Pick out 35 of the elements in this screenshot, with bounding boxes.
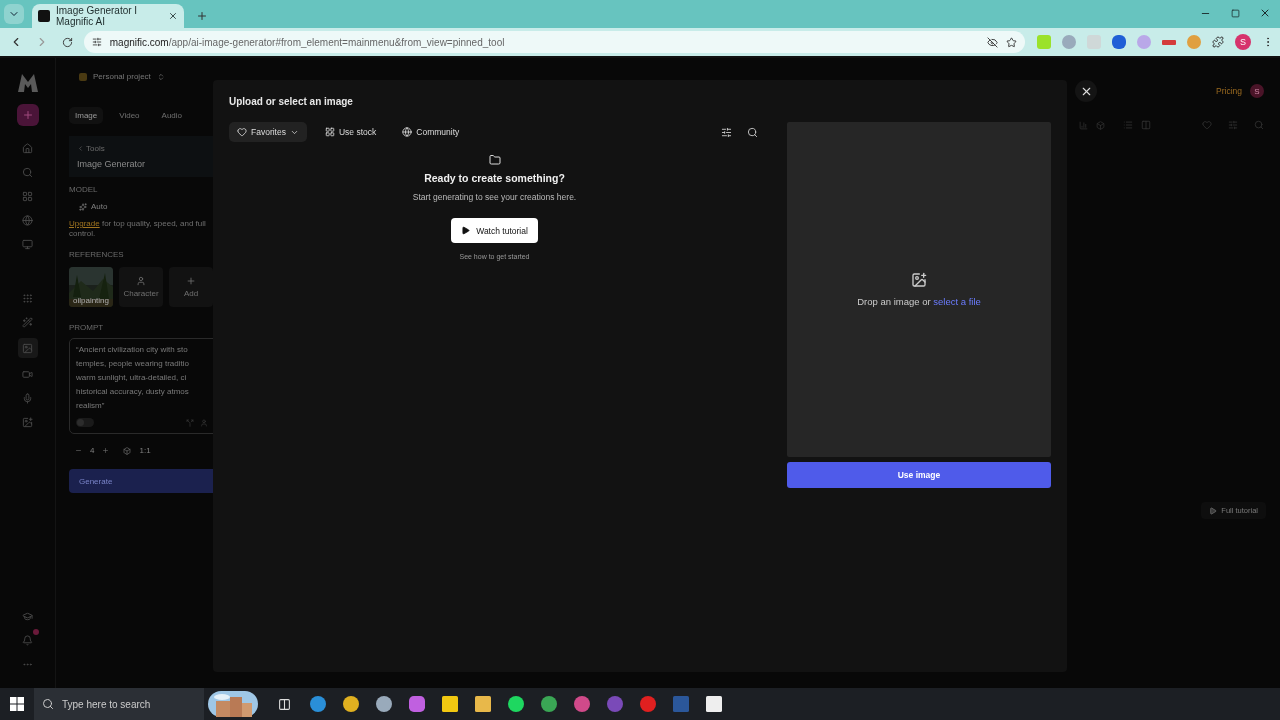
section-label: REFERENCES [69,250,125,260]
filter-button[interactable]: Community [394,122,468,142]
filter-button[interactable]: Favorites [229,122,307,142]
watch-tutorial-button[interactable]: Watch tutorial [451,218,538,243]
profile-avatar[interactable]: S [1235,34,1251,50]
section-label: MODEL [69,185,99,194]
taskbar-search[interactable]: Type here to search [34,688,204,720]
model-selector[interactable]: Auto [79,202,213,211]
mode-tab[interactable]: Video [113,107,146,124]
reference-label: oilpainting [72,296,110,306]
mode-tab[interactable]: Image [69,107,104,124]
generate-button[interactable]: Generate [69,469,213,494]
filter-button[interactable]: Use stock [316,122,385,142]
tool-title: Image Generator [77,159,147,169]
empty-text: Start generating to see your creations here. [412,192,577,202]
add-reference-button[interactable]: Add [169,267,213,308]
aspect-ratio[interactable]: 1:1 [139,446,151,456]
user-avatar[interactable]: S [1250,84,1264,98]
use-image-button[interactable]: Use image [787,462,1051,488]
upgrade-link[interactable]: Upgrade [69,219,100,228]
section-label: PROMPT [69,323,105,333]
count-value: 4 [90,446,95,456]
mode-tab[interactable]: Audio [155,107,189,124]
empty-heading: Ready to create something? [424,172,565,184]
pricing-link[interactable]: Pricing [1216,86,1242,96]
address-bar[interactable]: magnific.com/app/ai-image-generator#from_element=mainmenu&from_view=pinned_tool [83,31,1025,53]
breadcrumb-link[interactable]: Tools [77,144,213,153]
select-file-link[interactable]: select a file [933,296,981,307]
drop-text: Drop an image or select a file [857,296,981,307]
character-reference-button[interactable]: Character [119,267,163,308]
modal-title: Upload or select an image [229,96,354,107]
browser-tab[interactable]: Image Generator I Magnific AI [32,4,184,28]
upgrade-text: Upgrade for top quality, speed, and full control. [69,219,207,239]
drop-zone[interactable]: Drop an image or select a file [787,122,1051,457]
project-selector[interactable]: Personal project [79,72,213,81]
